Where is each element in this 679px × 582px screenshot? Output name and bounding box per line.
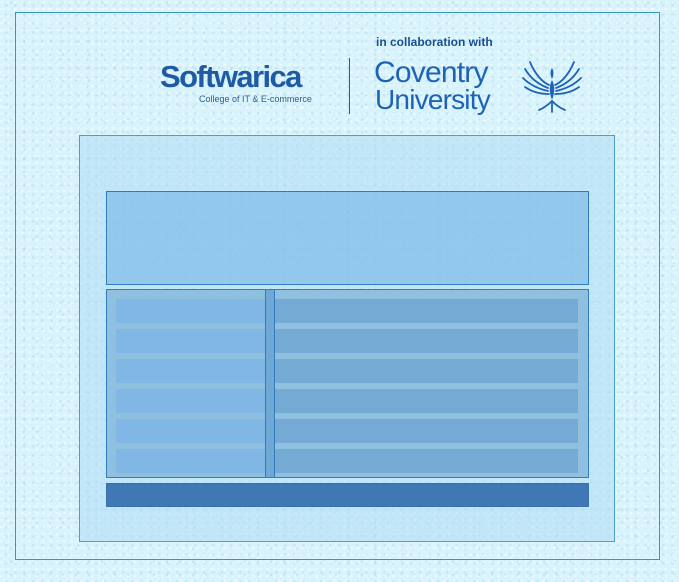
banner-panel [106, 191, 589, 285]
header-logos: Softwarica College of IT & E-commerce in… [0, 0, 679, 130]
table-cell-value [275, 449, 578, 473]
table-cell-label [116, 299, 265, 323]
table-cell-value [275, 299, 578, 323]
table-row [116, 449, 578, 473]
table-cell-value [275, 329, 578, 353]
phoenix-icon [522, 61, 582, 113]
table-row [116, 359, 578, 383]
table-cell-value [275, 389, 578, 413]
table-cell-label [116, 389, 265, 413]
table-cell-label [116, 449, 265, 473]
table-cell-label [116, 359, 265, 383]
softwarica-logo-name: Softwarica [160, 59, 302, 94]
table-cell-value [275, 359, 578, 383]
collaboration-label: in collaboration with [376, 35, 493, 49]
footer-bar [106, 483, 589, 507]
table-row [116, 299, 578, 323]
table-row [116, 329, 578, 353]
table-row [116, 389, 578, 413]
softwarica-logo: Softwarica College of IT & E-commerce [160, 61, 330, 107]
table-cell-value [275, 419, 578, 443]
table-cell-label [116, 329, 265, 353]
coventry-logo-line2: University [375, 84, 491, 115]
coventry-university-logo: Coventry University [374, 58, 586, 120]
logo-divider [349, 58, 350, 114]
softwarica-logo-subtitle: College of IT & E-commerce [199, 94, 312, 104]
table-cell-label [116, 419, 265, 443]
table-row [116, 419, 578, 443]
